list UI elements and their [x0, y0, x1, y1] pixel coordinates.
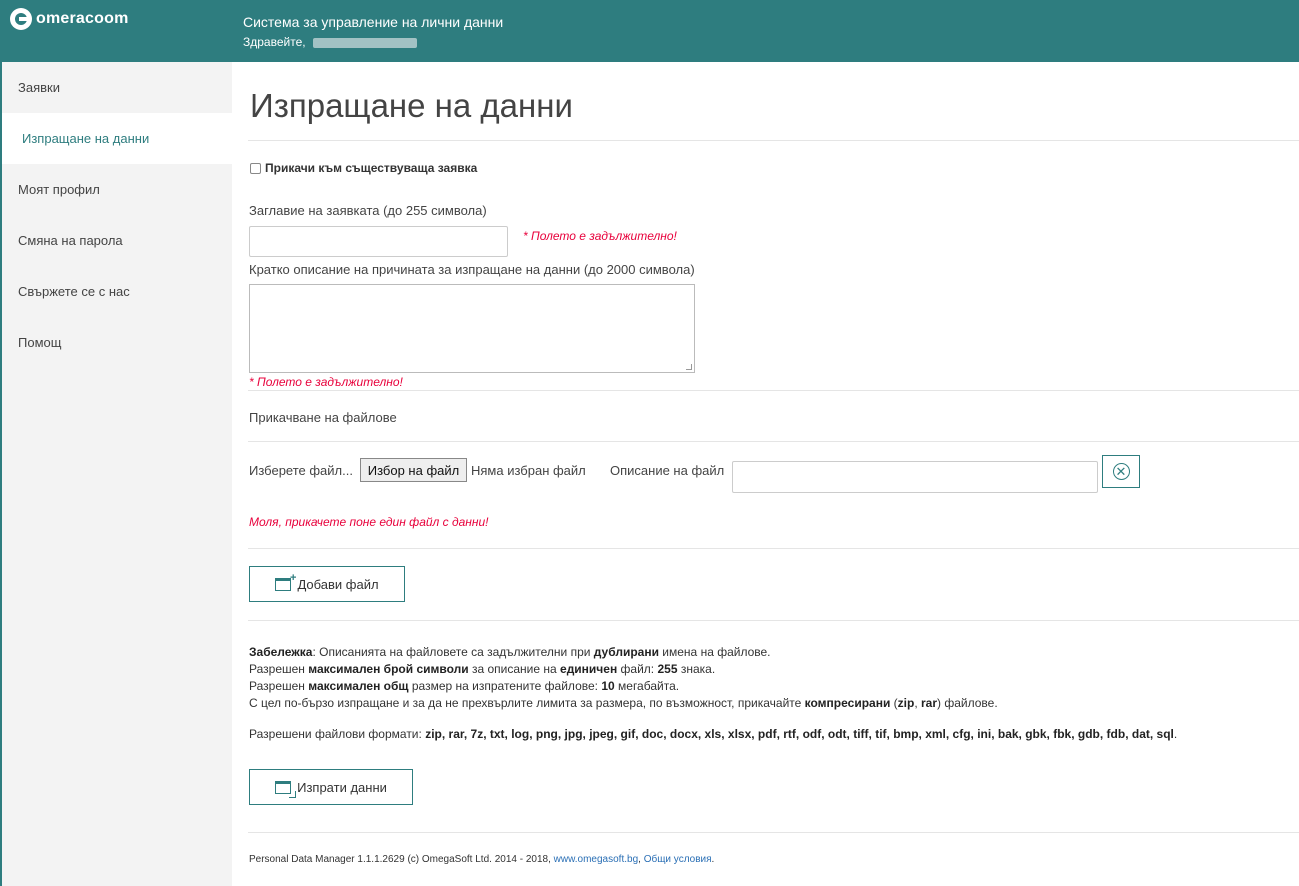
top-header: omeracoom Система за управление на лични… — [0, 0, 1299, 62]
formats-list: zip, rar, 7z, txt, log, png, jpg, jpeg, … — [425, 727, 1174, 741]
footer: Personal Data Manager 1.1.1.2629 (c) Ome… — [249, 854, 715, 865]
main-content: Изпращане на данни Прикачи към съществув… — [232, 62, 1299, 886]
request-title-error: * Полето е задължително! — [523, 229, 677, 243]
notes-block: Забележка: Описанията на файловете са за… — [249, 644, 998, 712]
footer-text: Personal Data Manager 1.1.1.2629 (c) Ome… — [249, 854, 554, 865]
sidebar-item-contact-us[interactable]: Свържете се с нас — [2, 266, 232, 317]
send-data-icon — [275, 780, 297, 798]
sidebar-nav: Заявки Изпращане на данни Моят профил См… — [0, 62, 232, 886]
sidebar-item-requests[interactable]: Заявки — [2, 62, 232, 113]
attachments-heading: Прикачване на файлове — [249, 410, 397, 425]
request-title-label: Заглавие на заявката (до 255 символа) — [249, 203, 487, 218]
divider — [248, 832, 1299, 833]
allowed-formats: Разрешени файлови формати: zip, rar, 7z,… — [249, 727, 1178, 741]
remove-file-icon: ✕ — [1112, 463, 1130, 480]
system-title: Система за управление на лични данни — [243, 14, 504, 30]
add-file-label: Добави файл — [297, 576, 379, 592]
send-data-button[interactable]: Изпрати данни — [249, 769, 413, 805]
greeting-text: Здравейте, — [243, 35, 306, 49]
sidebar-item-help[interactable]: Помощ — [2, 317, 232, 368]
user-name-redacted — [312, 37, 417, 48]
note-line-3: Разрешен максимален общ размер на изпрат… — [249, 679, 680, 693]
footer-link-site[interactable]: www.omegasoft.bg — [554, 854, 639, 865]
sidebar-item-send-data[interactable]: Изпращане на данни — [2, 113, 232, 164]
divider — [248, 548, 1299, 549]
choose-file-label: Изберете файл... — [249, 463, 353, 478]
logo-text: omeracoom — [36, 10, 129, 27]
divider — [248, 390, 1299, 391]
divider — [248, 441, 1299, 442]
attach-existing-request[interactable]: Прикачи към съществуваща заявка — [250, 161, 477, 175]
file-description-input[interactable] — [732, 461, 1098, 493]
formats-label: Разрешени файлови формати: — [249, 727, 426, 741]
attach-existing-label: Прикачи към съществуваща заявка — [265, 161, 478, 175]
note-line-2: Разрешен максимален брой символи за опис… — [249, 662, 716, 676]
request-title-input[interactable] — [249, 226, 508, 257]
choose-file-button[interactable]: Избор на файл — [360, 458, 467, 482]
logo-icon — [10, 8, 32, 30]
note-line-1: Забележка: Описанията на файловете са за… — [249, 645, 771, 659]
page-title: Изпращане на данни — [250, 87, 573, 124]
description-textarea[interactable] — [249, 284, 695, 373]
omegasoft-logo[interactable]: omeracoom — [10, 8, 129, 30]
file-error: Моля, прикачете поне един файл с данни! — [249, 515, 489, 529]
send-data-label: Изпрати данни — [297, 779, 387, 795]
greeting: Здравейте, — [243, 35, 417, 49]
divider — [248, 620, 1299, 621]
add-file-button[interactable]: Добави файл — [249, 566, 405, 602]
no-file-text: Няма избран файл — [471, 463, 586, 478]
footer-link-terms[interactable]: Общи условия — [644, 854, 712, 865]
divider — [248, 140, 1299, 141]
resize-handle[interactable] — [686, 364, 692, 370]
sidebar-item-my-profile[interactable]: Моят профил — [2, 164, 232, 215]
file-description-label: Описание на файл — [610, 463, 725, 478]
remove-file-button[interactable]: ✕ — [1102, 455, 1140, 488]
description-error: * Полето е задължително! — [249, 375, 403, 389]
checkbox-icon[interactable] — [250, 162, 261, 174]
description-label: Кратко описание на причината за изпращан… — [249, 262, 695, 277]
sidebar-item-change-password[interactable]: Смяна на парола — [2, 215, 232, 266]
add-file-icon — [275, 572, 296, 591]
note-line-4: С цел по-бързо изпращане и за да не прех… — [249, 696, 998, 710]
